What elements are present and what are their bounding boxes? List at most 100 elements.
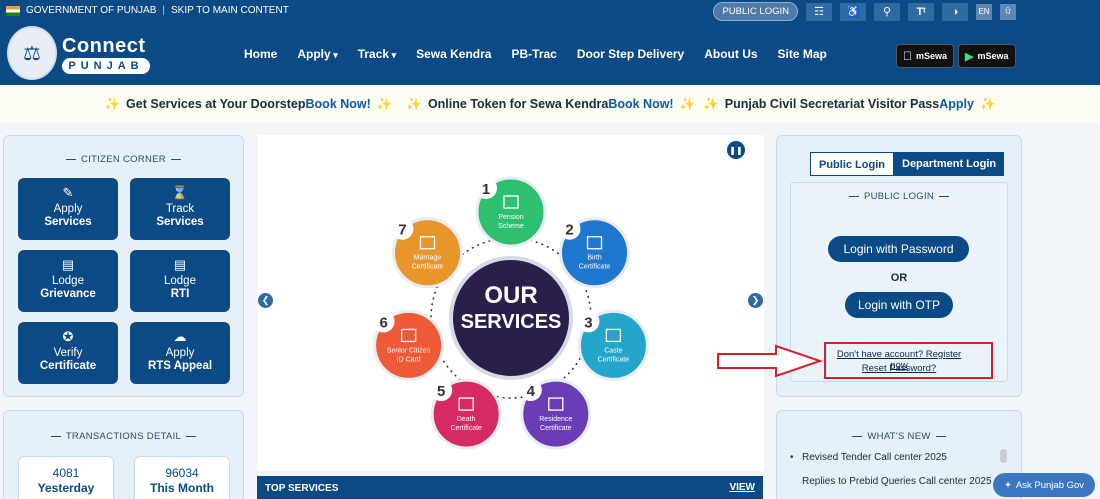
tile-line1: Track (165, 203, 195, 215)
text-size-icon[interactable]: Tᵗ (908, 2, 934, 21)
service-number: 7 (398, 222, 406, 239)
news-item[interactable]: Revised Tender Call center 2025 (790, 452, 947, 463)
carousel-prev-button[interactable]: ❮ (258, 293, 273, 308)
lodge-rti-tile[interactable]: ▤ Lodge RTI (130, 250, 230, 312)
government-label: GOVERNMENT OF PUNJAB (26, 5, 157, 16)
india-flag-icon (6, 5, 20, 16)
service-bubble[interactable]: 3 Caste Certificate (577, 309, 649, 381)
citizen-corner-panel: CITIZEN CORNER ✎ Apply Services ⌛ Track … (3, 135, 244, 397)
ask-punjab-gov-button[interactable]: ✦ Ask Punjab Gov (993, 473, 1095, 497)
lang-en-button[interactable]: EN (976, 3, 992, 20)
sparkle-icon: ✨ (979, 96, 996, 111)
service-number: 4 (527, 383, 536, 400)
lang-punjabi-button[interactable]: ਪੰ (1000, 3, 1016, 20)
nav-pb-trac[interactable]: PB-Trac (511, 47, 556, 61)
service-label: Scheme (498, 223, 524, 230)
brand-name[interactable]: Connect (62, 35, 146, 58)
service-number: 2 (565, 222, 573, 239)
citizen-corner-title: CITIZEN CORNER (4, 154, 243, 165)
nav-sewa-kendra[interactable]: Sewa Kendra (416, 47, 491, 61)
service-bubble[interactable]: 6 Senior Citizen ID Card (372, 309, 445, 381)
track-services-tile[interactable]: ⌛ Track Services (130, 178, 230, 240)
service-number: 6 (379, 314, 387, 331)
tile-line1: Lodge (52, 275, 84, 287)
service-label: Caste (604, 347, 622, 354)
nav-apply[interactable]: Apply (297, 47, 337, 61)
edit-icon: ✎ (62, 185, 74, 200)
play-store-label: mSewa (977, 51, 1009, 61)
service-bubble[interactable]: 2 Birth Certificate (558, 217, 631, 289)
skip-to-content-link[interactable]: SKIP TO MAIN CONTENT (171, 5, 289, 16)
login-with-password-button[interactable]: Login with Password (828, 236, 969, 262)
nav-site-map[interactable]: Site Map (778, 47, 827, 61)
ask-button-label: Ask Punjab Gov (1015, 479, 1085, 491)
top-services-bar: TOP SERVICES VIEW (257, 476, 763, 499)
whats-new-title: WHAT'S NEW (777, 431, 1021, 442)
login-tabs: Public Login Department Login (810, 152, 1005, 176)
service-bubble[interactable]: 5 Death Certificate (430, 378, 502, 450)
nav-about-us[interactable]: About Us (704, 47, 757, 61)
service-number: 3 (584, 314, 592, 331)
annotation-arrow-icon (717, 344, 824, 378)
this-month-count: 96034 (165, 466, 199, 480)
service-label: Senior Citizen (387, 347, 431, 354)
reset-password-link[interactable]: Reset Password? (828, 363, 970, 374)
this-month-label: This Month (150, 481, 214, 495)
login-with-otp-button[interactable]: Login with OTP (845, 292, 953, 318)
app-store-button[interactable]:  mSewa (896, 44, 955, 68)
sitemap-icon[interactable]: ☶ (806, 2, 832, 21)
sparkle-icon: ✨ (104, 96, 121, 111)
public-login-button[interactable]: PUBLIC LOGIN (713, 2, 798, 21)
ribbon-item-2-text: Online Token for Sewa Kendra (427, 97, 609, 111)
service-bubble[interactable]: 7 Marriage Certificate (391, 217, 463, 289)
service-label: Certificate (412, 264, 444, 271)
service-label: Certificate (540, 425, 572, 432)
nav-home[interactable]: Home (244, 47, 277, 61)
tab-department-login[interactable]: Department Login (894, 152, 1005, 176)
ribbon-item-3-link[interactable]: Apply (939, 97, 974, 111)
tile-line2: Services (156, 216, 204, 228)
service-bubble[interactable]: 1 Pension Scheme (475, 176, 547, 248)
hourglass-icon: ⌛ (171, 185, 189, 200)
punjab-emblem-logo[interactable]: ⚖ (7, 26, 57, 80)
sparkle-icon: ✨ (703, 96, 719, 111)
nav-track[interactable]: Track (358, 47, 396, 61)
ribbon-item-1-link[interactable]: Book Now! (306, 97, 371, 111)
contrast-icon[interactable]: ◑ (942, 2, 968, 21)
ribbon-item-3-text: Punjab Civil Secretariat Visitor Pass (724, 97, 940, 111)
apply-services-tile[interactable]: ✎ Apply Services (18, 178, 118, 240)
service-number: 1 (482, 181, 490, 198)
carousel-next-button[interactable]: ❯ (748, 293, 763, 308)
service-label: Birth (587, 255, 602, 262)
tab-public-login[interactable]: Public Login (810, 152, 894, 176)
public-login-title: PUBLIC LOGIN (791, 191, 1007, 202)
search-icon[interactable]: ⚲ (874, 2, 900, 21)
site-header: ⚖ Connect PUNJAB Home Apply Track Sewa K… (0, 23, 1100, 85)
transactions-panel: TRANSACTIONS DETAIL 4081 Yesterday 96034… (3, 410, 244, 499)
top-services-view-link[interactable]: VIEW (729, 482, 755, 493)
verify-certificate-tile[interactable]: ✪ Verify Certificate (18, 322, 118, 384)
tile-line2: RTS Appeal (147, 360, 213, 372)
apple-icon:  (903, 49, 912, 63)
top-strip: GOVERNMENT OF PUNJAB | SKIP TO MAIN CONT… (0, 0, 1100, 23)
pause-button[interactable]: ❚❚ (727, 141, 745, 159)
play-store-button[interactable]: ▶ mSewa (958, 44, 1016, 68)
service-label: Residence (539, 416, 572, 423)
tile-line2: RTI (170, 288, 190, 300)
nav-door-step-delivery[interactable]: Door Step Delivery (577, 47, 684, 61)
ribbon-item-1-text: Get Services at Your Doorstep (126, 97, 306, 111)
accessibility-icon[interactable]: ♿ (840, 2, 866, 21)
service-label: ID Card (397, 356, 421, 363)
lodge-grievance-tile[interactable]: ▤ Lodge Grievance (18, 250, 118, 312)
brand-subname[interactable]: PUNJAB (62, 58, 150, 74)
ribbon-item-2-link[interactable]: Book Now! (608, 97, 673, 111)
play-icon: ▶ (965, 50, 974, 63)
badge-icon: ✪ (62, 329, 74, 344)
main-nav: Home Apply Track Sewa Kendra PB-Trac Doo… (244, 47, 827, 61)
news-scrollbar[interactable] (1000, 449, 1007, 463)
rts-appeal-tile[interactable]: ☁ Apply RTS Appeal (130, 322, 230, 384)
service-bubble[interactable]: 4 Residence Certificate (519, 378, 592, 450)
news-item[interactable]: Replies to Prebid Queries Call center 20… (802, 476, 998, 487)
services-center-line1: OUR (484, 282, 537, 309)
tile-line1: Lodge (164, 275, 196, 287)
